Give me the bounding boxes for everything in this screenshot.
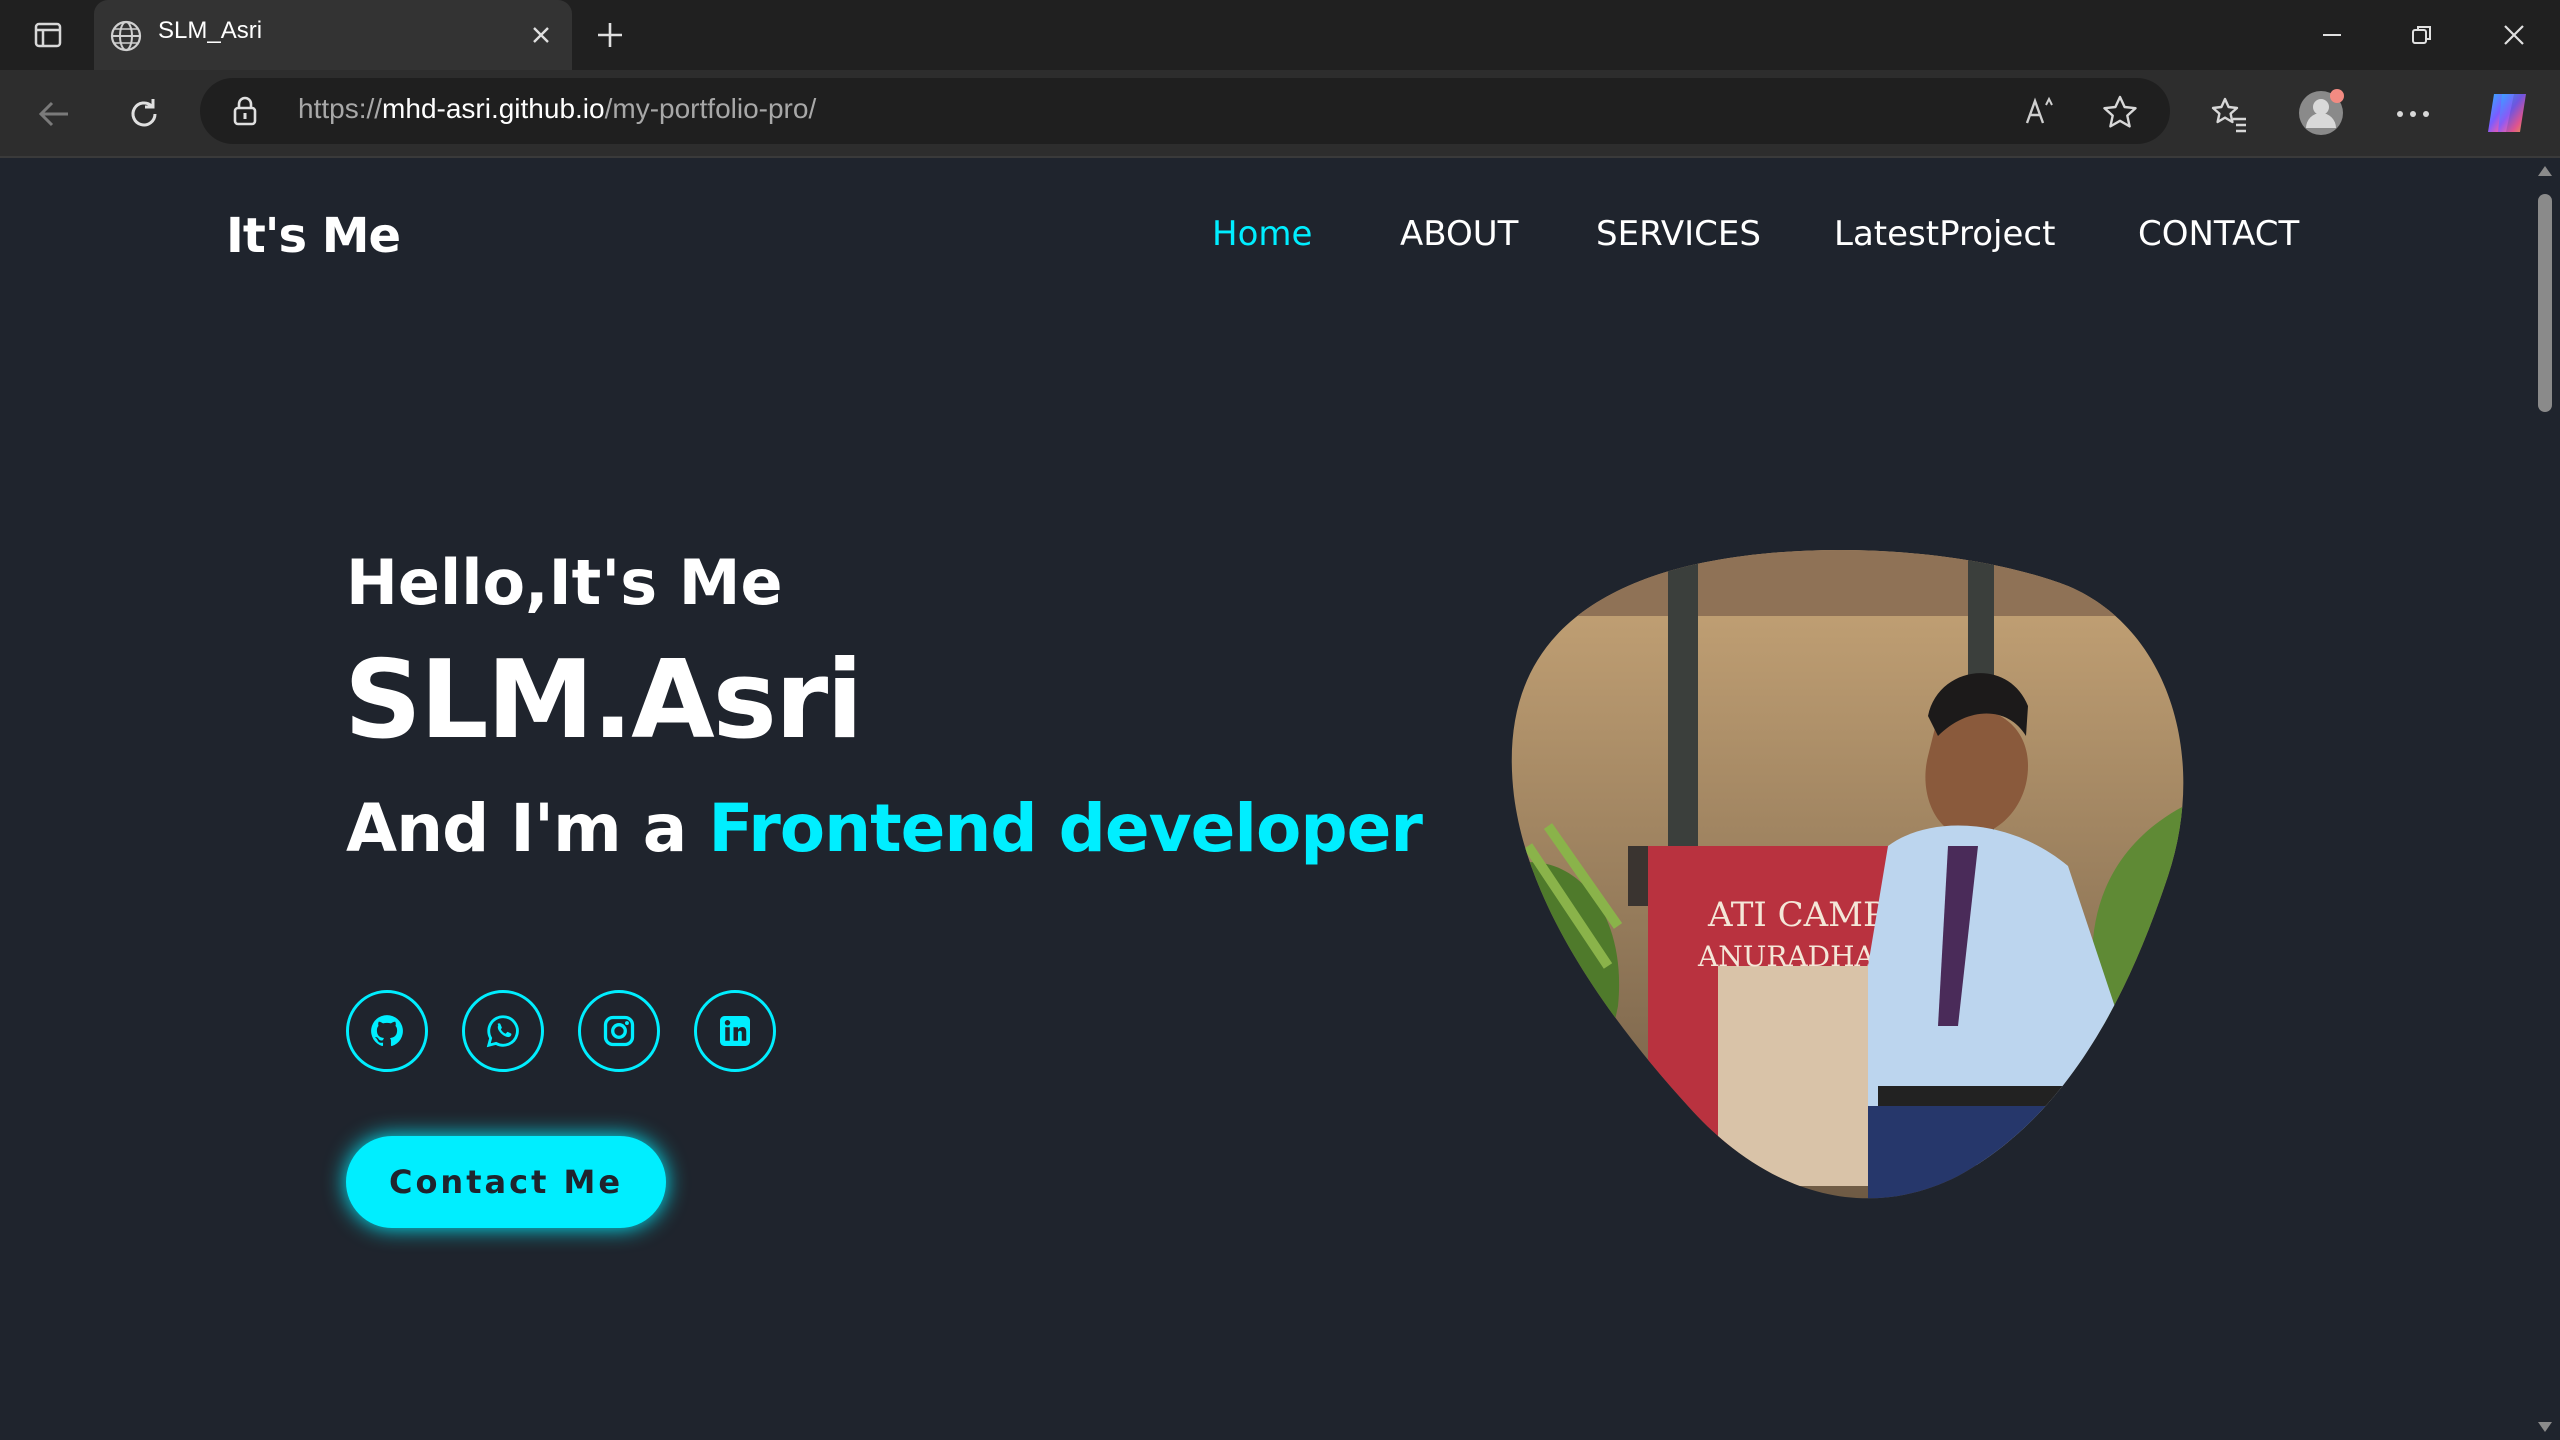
restore-icon — [2412, 26, 2431, 44]
whatsapp-icon — [486, 1015, 519, 1048]
photo-sign-text-2: ANURADHA — [1697, 940, 1875, 973]
add-favorite-button[interactable] — [2100, 92, 2140, 132]
favorites-icon — [2211, 97, 2246, 133]
hero-role: And I'm a Frontend developer — [346, 790, 1423, 867]
star-icon — [2103, 95, 2137, 128]
minimize-icon — [2323, 34, 2341, 36]
more-icon — [2397, 111, 2429, 117]
profile-avatar — [2299, 89, 2344, 135]
github-icon — [371, 1015, 403, 1047]
refresh-icon — [131, 99, 157, 127]
nav-link-contact[interactable]: CONTACT — [2138, 214, 2299, 254]
url-host: mhd-asri.github.io — [382, 93, 605, 124]
nav-link-home[interactable]: Home — [1212, 214, 1312, 254]
lock-icon[interactable] — [228, 94, 262, 128]
more-button[interactable] — [2388, 92, 2438, 136]
hero-photo: ATI CAMP ANURADHA — [1508, 546, 2184, 1202]
photo-sign-text: ATI CAMP — [1707, 895, 1886, 935]
github-link[interactable] — [346, 990, 428, 1072]
scroll-down-arrow-icon[interactable] — [2538, 1422, 2552, 1432]
tab-actions-button[interactable] — [22, 14, 74, 56]
copilot-icon — [2488, 94, 2526, 132]
close-tab-button[interactable] — [526, 20, 556, 50]
nav-link-about[interactable]: ABOUT — [1400, 214, 1518, 254]
close-icon — [533, 27, 549, 43]
browser-toolbar: https://mhd-asri.github.io/my-portfolio-… — [0, 70, 2560, 158]
tab-actions-icon — [34, 22, 62, 48]
minimize-button[interactable] — [2302, 14, 2362, 56]
back-arrow-icon — [38, 101, 68, 127]
hero-name: SLM.Asri — [344, 638, 863, 763]
hero-greeting: Hello,It's Me — [346, 546, 783, 619]
social-links — [346, 990, 776, 1074]
page-viewport: It's Me Home ABOUT SERVICES LatestProjec… — [0, 158, 2530, 1440]
linkedin-link[interactable] — [694, 990, 776, 1072]
whatsapp-link[interactable] — [462, 990, 544, 1072]
nav-link-latest-project[interactable]: LatestProject — [1834, 214, 2055, 254]
favorites-button[interactable] — [2204, 90, 2254, 140]
copilot-button[interactable] — [2480, 86, 2534, 140]
new-tab-button[interactable] — [588, 14, 632, 56]
scroll-up-arrow-icon[interactable] — [2538, 166, 2552, 176]
tab-title: SLM_Asri — [158, 17, 263, 44]
hero-role-highlight: Frontend developer — [708, 790, 1423, 867]
page-scrollbar[interactable] — [2530, 158, 2560, 1440]
nav-link-services[interactable]: SERVICES — [1596, 214, 1761, 254]
url-path: /my-portfolio-pro/ — [604, 93, 817, 124]
url-text[interactable]: https://mhd-asri.github.io/my-portfolio-… — [298, 93, 816, 125]
scroll-thumb[interactable] — [2538, 194, 2552, 412]
profile-button[interactable] — [2294, 86, 2348, 140]
read-aloud-icon — [2025, 96, 2053, 124]
tab-bar: SLM_Asri — [0, 0, 2560, 70]
restore-button[interactable] — [2392, 14, 2452, 56]
instagram-icon — [603, 1015, 635, 1047]
profile-photo: ATI CAMP ANURADHA — [1511, 549, 2184, 1199]
main-nav: Home ABOUT SERVICES LatestProject CONTAC… — [0, 214, 2530, 274]
tab-active[interactable]: SLM_Asri — [94, 0, 572, 70]
linkedin-icon — [720, 1016, 750, 1046]
url-scheme: https:// — [298, 93, 383, 124]
hero-role-prefix: And I'm a — [346, 790, 709, 867]
refresh-button[interactable] — [120, 90, 168, 138]
instagram-link[interactable] — [578, 990, 660, 1072]
read-aloud-button[interactable] — [2020, 92, 2060, 132]
close-window-button[interactable] — [2482, 14, 2546, 56]
plus-icon — [598, 23, 622, 47]
globe-icon — [110, 20, 142, 52]
close-icon — [2504, 25, 2524, 45]
back-button[interactable] — [30, 90, 78, 138]
address-bar[interactable]: https://mhd-asri.github.io/my-portfolio-… — [200, 78, 2170, 144]
contact-me-button[interactable]: Contact Me — [346, 1136, 666, 1228]
